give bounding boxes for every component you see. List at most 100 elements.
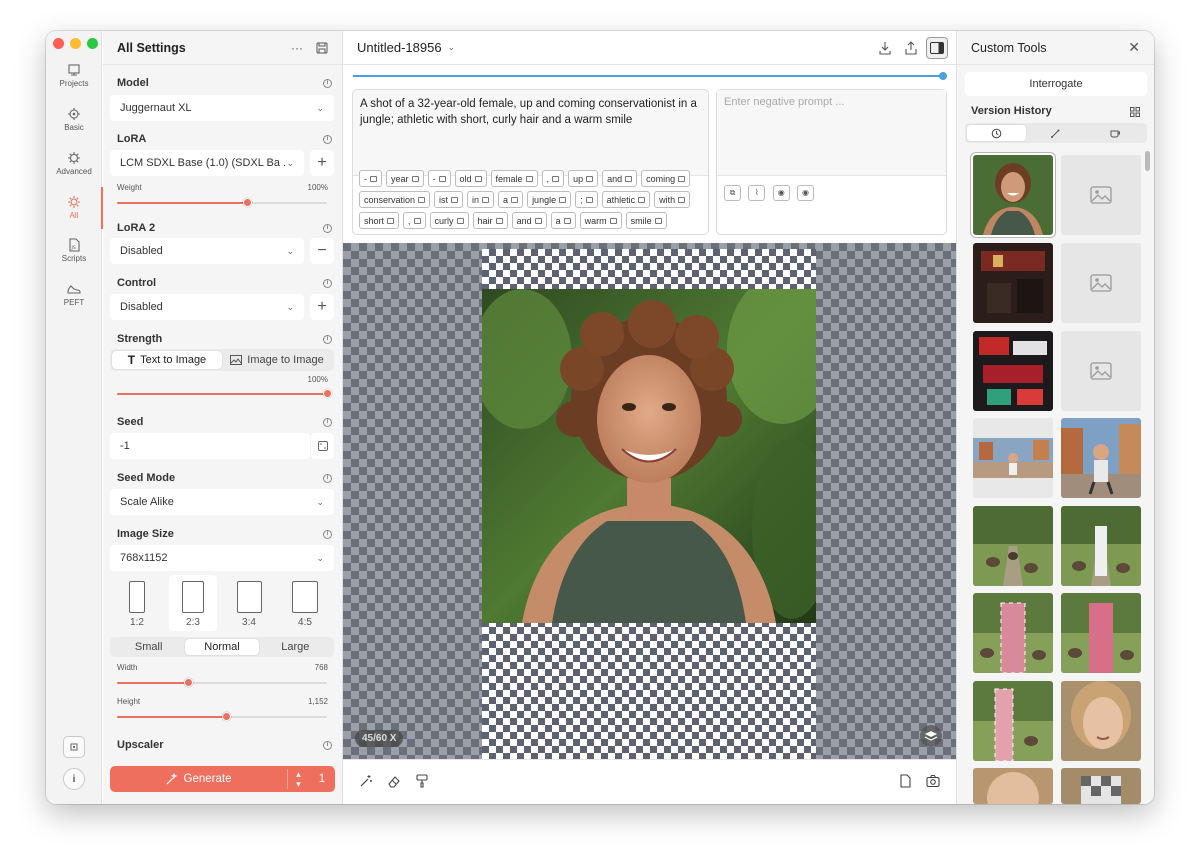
zoom-window-button[interactable] — [87, 38, 98, 49]
interrogate-button[interactable]: Interrogate — [965, 72, 1147, 96]
prompt-token[interactable]: a — [550, 212, 576, 229]
seed-info-icon[interactable]: i — [323, 418, 332, 427]
prompt-editor[interactable]: A shot of a 32-year-old female, up and c… — [352, 89, 709, 235]
ratio-option-3-4[interactable]: 3:4 — [225, 575, 273, 631]
rail-item-scripts[interactable]: JS Scripts — [46, 238, 102, 263]
image-canvas[interactable]: 45/60 X — [343, 243, 956, 759]
ratio-option-1-2[interactable]: 1:2 — [113, 575, 161, 631]
rail-item-peft[interactable]: PEFT — [46, 282, 102, 307]
new-page-icon[interactable] — [898, 773, 912, 791]
info-button[interactable]: i — [63, 768, 85, 790]
export-button[interactable] — [874, 37, 896, 59]
generate-main[interactable]: Generate — [110, 773, 287, 785]
history-thumb[interactable] — [973, 593, 1053, 673]
history-thumb[interactable] — [1061, 681, 1141, 761]
prompt-token[interactable]: in — [467, 191, 495, 208]
prompt-token[interactable]: curly — [429, 212, 469, 229]
history-thumb[interactable] — [1061, 506, 1141, 586]
strength-slider[interactable] — [117, 389, 332, 398]
upscaler-info-icon[interactable]: i — [323, 741, 332, 750]
snapshot-tab[interactable] — [1086, 125, 1145, 141]
grid-view-icon[interactable] — [1130, 106, 1140, 120]
close-icon[interactable]: ✕ — [1128, 39, 1140, 56]
size-normal-tab[interactable]: Normal — [185, 639, 259, 655]
prompt-token[interactable]: warm — [579, 212, 622, 229]
generated-image[interactable] — [482, 289, 816, 623]
seed-mode-select[interactable]: Scale Alike ⌄ — [110, 489, 334, 515]
share-button[interactable] — [900, 37, 922, 59]
prompt-token[interactable]: - — [359, 170, 382, 187]
image-to-image-tab[interactable]: Image to Image — [222, 351, 332, 369]
prompt-token[interactable]: , — [403, 212, 426, 229]
width-slider[interactable] — [117, 678, 327, 687]
control-info-icon[interactable]: i — [323, 279, 332, 288]
history-thumb[interactable] — [973, 506, 1053, 586]
lora2-info-icon[interactable]: i — [323, 224, 332, 233]
paint-roller-icon[interactable] — [415, 773, 429, 791]
lora-select[interactable]: LCM SDXL Base (1.0) (SDXL Ba ... ⌄ — [110, 150, 304, 176]
history-thumb[interactable] — [1061, 593, 1141, 673]
target-icon[interactable]: ◉ — [772, 184, 790, 201]
layers-button[interactable] — [920, 725, 942, 747]
strength-slider-knob[interactable] — [322, 389, 332, 398]
history-scrollbar[interactable] — [1145, 151, 1150, 171]
branch-tab[interactable] — [1026, 125, 1085, 141]
history-thumb[interactable] — [973, 418, 1053, 498]
rail-item-projects[interactable]: Projects — [46, 63, 102, 88]
prompt-token[interactable]: and — [511, 212, 547, 229]
history-thumb[interactable] — [971, 153, 1055, 237]
generate-button[interactable]: Generate ▴ ▾ 1 — [110, 766, 335, 792]
rail-item-all[interactable]: All — [46, 187, 103, 229]
toggle-sidebar-button[interactable] — [926, 36, 948, 59]
history-thumb-placeholder[interactable] — [1061, 243, 1141, 323]
rail-item-basic[interactable]: Basic — [46, 107, 102, 132]
size-large-tab[interactable]: Large — [259, 639, 332, 655]
strength-info-icon[interactable]: i — [323, 335, 332, 344]
prompt-token[interactable]: - — [427, 170, 451, 187]
prompt-token[interactable]: a — [498, 191, 524, 208]
prompt-token[interactable]: ist — [434, 191, 464, 208]
negative-prompt-editor[interactable]: Enter negative prompt ... ⧉ ⌇ ◉ ◉ — [716, 89, 947, 235]
seed-input[interactable]: -1 — [110, 433, 310, 459]
preferences-button[interactable] — [63, 736, 85, 758]
document-title-menu[interactable]: Untitled-18956 ⌄ — [357, 40, 870, 55]
history-thumb[interactable] — [973, 768, 1053, 804]
save-settings-icon[interactable] — [314, 40, 330, 56]
width-slider-knob[interactable] — [183, 678, 193, 687]
image-size-select[interactable]: 768x1152 ⌄ — [110, 545, 334, 571]
random-seed-button[interactable] — [311, 433, 334, 459]
history-thumb[interactable] — [973, 243, 1053, 323]
copy-icon[interactable]: ⧉ — [724, 185, 741, 201]
history-tab[interactable] — [967, 125, 1027, 141]
prompt-token[interactable]: short — [359, 212, 400, 229]
history-thumb-placeholder[interactable] — [1061, 155, 1141, 235]
close-window-button[interactable] — [53, 38, 64, 49]
prompt-token[interactable]: , — [541, 170, 565, 187]
prompt-text[interactable]: A shot of a 32-year-old female, up and c… — [353, 90, 708, 176]
prompt-token[interactable]: with — [654, 191, 691, 208]
image-size-info-icon[interactable]: i — [323, 530, 332, 539]
model-select[interactable]: Juggernaut XL ⌄ — [110, 95, 334, 121]
prompt-token[interactable]: athletic — [601, 191, 651, 208]
prompt-token[interactable]: ; — [575, 191, 598, 208]
minimize-window-button[interactable] — [70, 38, 81, 49]
prompt-token[interactable]: and — [602, 170, 638, 187]
ratio-option-2-3[interactable]: 2:3 — [169, 575, 217, 631]
height-slider-knob[interactable] — [221, 712, 231, 721]
more-options-icon[interactable]: ··· — [289, 40, 305, 56]
prompt-token[interactable]: year — [386, 170, 424, 187]
model-info-icon[interactable]: i — [323, 79, 332, 88]
history-thumb-placeholder[interactable] — [1061, 331, 1141, 411]
add-control-button[interactable]: + — [310, 294, 334, 320]
history-thumb[interactable] — [973, 681, 1053, 761]
height-slider[interactable] — [117, 712, 327, 721]
control-select[interactable]: Disabled ⌄ — [110, 294, 304, 320]
prompt-token[interactable]: jungle — [527, 191, 572, 208]
add-lora-button[interactable]: + — [310, 150, 334, 176]
history-thumb[interactable] — [1061, 418, 1141, 498]
weight-slider[interactable] — [117, 198, 327, 207]
prompt-token[interactable]: old — [454, 170, 487, 187]
magic-wand-icon[interactable] — [359, 774, 373, 791]
lora2-select[interactable]: Disabled ⌄ — [110, 238, 304, 264]
camera-icon[interactable] — [926, 774, 940, 791]
